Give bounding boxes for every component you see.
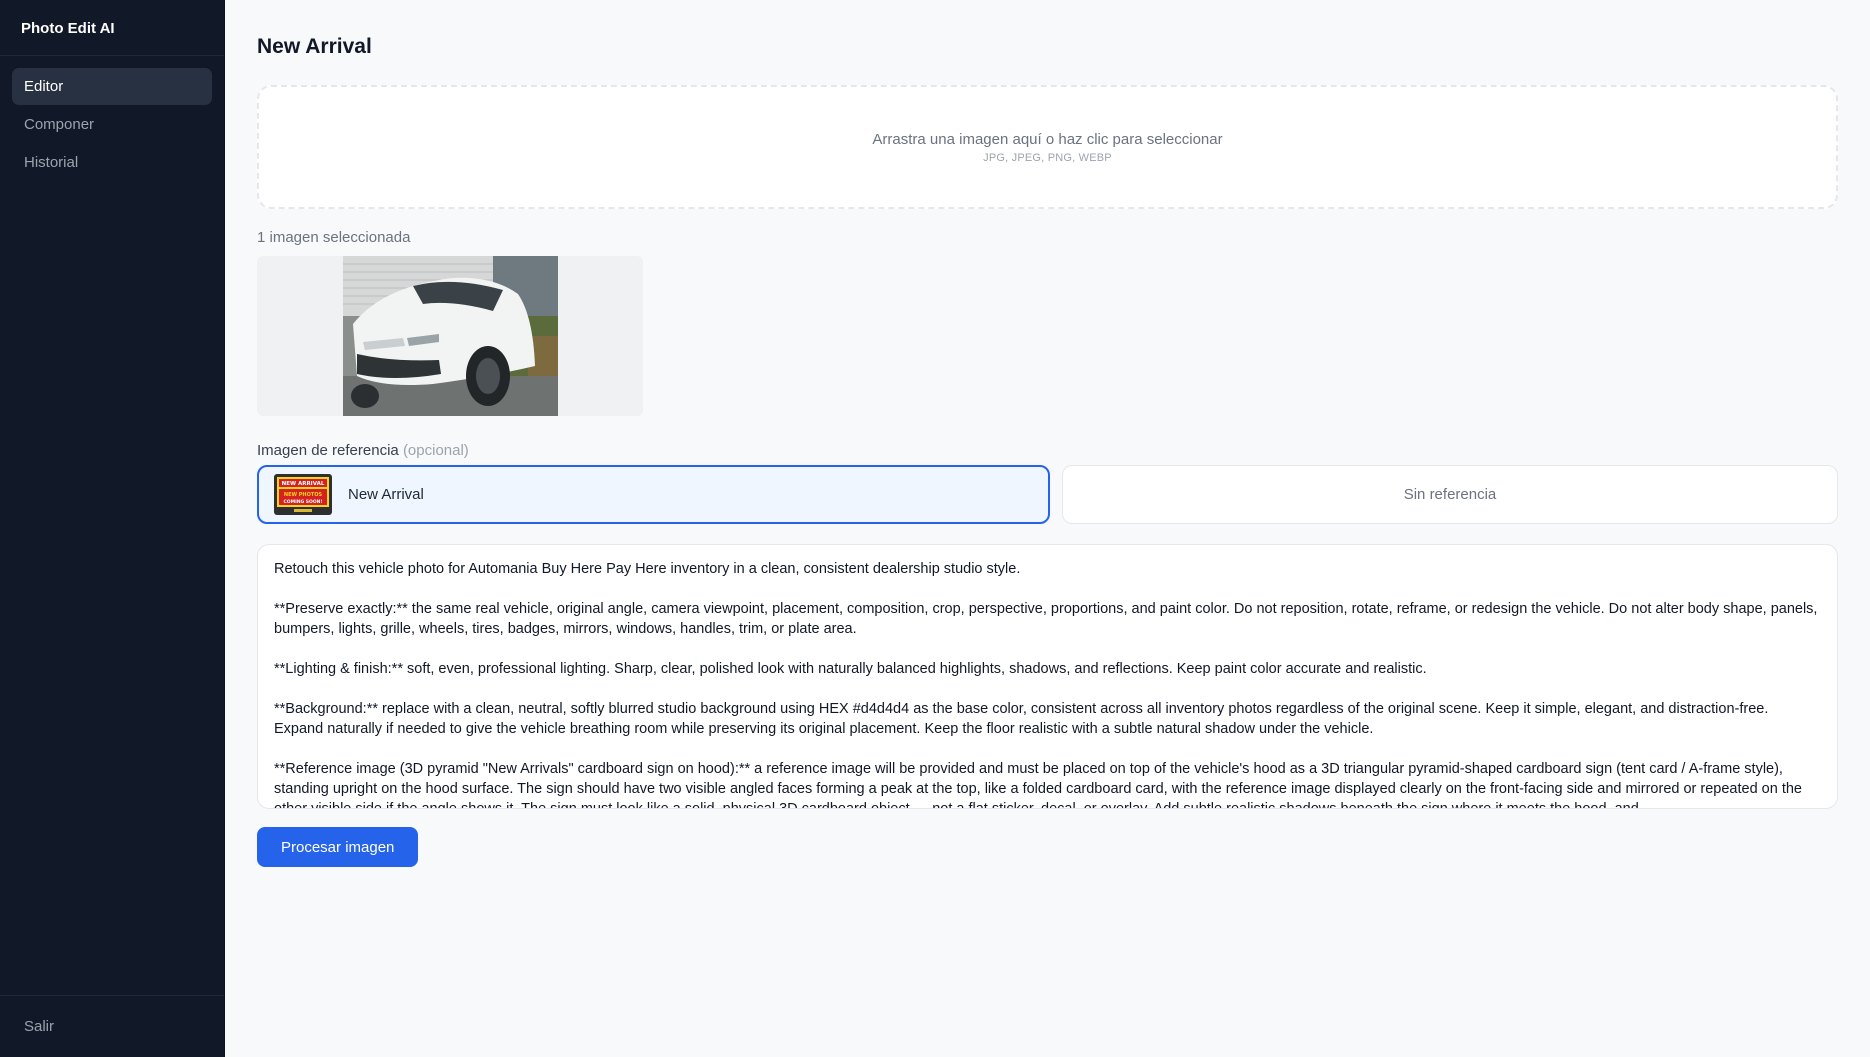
reference-optional-hint: (opcional) [402, 442, 469, 459]
sidebar: Photo Edit AI Editor Componer Historial … [0, 0, 225, 1057]
sign-line-2: NEW PHOTOS [284, 492, 323, 498]
prompt-textarea[interactable]: Retouch this vehicle photo for Automania… [257, 544, 1838, 809]
sidebar-nav: Editor Componer Historial [0, 56, 224, 995]
sidebar-item-componer[interactable]: Componer [12, 106, 212, 143]
sign-line-3: COMING SOON! [283, 499, 322, 505]
dropzone-formats: JPG, JPEG, PNG, WEBP [983, 151, 1112, 164]
car-photo-thumbnail [342, 256, 558, 416]
new-arrival-sign-thumbnail: NEW ARRIVAL NEW PHOTOS COMING SOON! [274, 474, 332, 515]
process-image-button[interactable]: Procesar imagen [257, 827, 419, 867]
dropzone-text: Arrastra una imagen aquí o haz clic para… [872, 130, 1223, 148]
logout-link[interactable]: Salir [12, 1018, 66, 1035]
reference-options: NEW ARRIVAL NEW PHOTOS COMING SOON! New … [257, 465, 1838, 524]
page-title: New Arrival [257, 35, 372, 58]
main-content: New Arrival Arrastra una imagen aquí o h… [225, 0, 1870, 1057]
prompt-paragraph: **Background:** replace with a clean, ne… [274, 701, 1769, 737]
reference-option-none[interactable]: Sin referencia [1062, 465, 1838, 524]
image-preview [257, 256, 643, 416]
selected-count: 1 imagen seleccionada [257, 229, 411, 246]
reference-option-new-arrival[interactable]: NEW ARRIVAL NEW PHOTOS COMING SOON! New … [257, 465, 1050, 524]
sidebar-item-historial[interactable]: Historial [12, 144, 212, 181]
prompt-paragraph: **Lighting & finish:** soft, even, profe… [274, 661, 1427, 677]
sign-line-1: NEW ARRIVAL [282, 481, 325, 487]
app-title: Photo Edit AI [0, 0, 224, 56]
reference-label: Imagen de referencia (opcional) [257, 442, 1838, 459]
prompt-paragraph: Retouch this vehicle photo for Automania… [274, 561, 1021, 577]
sidebar-footer: Salir [0, 995, 224, 1057]
reference-option-label: New Arrival [348, 486, 424, 503]
prompt-paragraph: **Preserve exactly:** the same real vehi… [274, 601, 1818, 637]
sidebar-item-editor[interactable]: Editor [12, 68, 212, 105]
reference-label-text: Imagen de referencia [257, 442, 399, 459]
prompt-paragraph: **Reference image (3D pyramid "New Arriv… [274, 761, 1802, 809]
image-dropzone[interactable]: Arrastra una imagen aquí o haz clic para… [257, 85, 1838, 209]
